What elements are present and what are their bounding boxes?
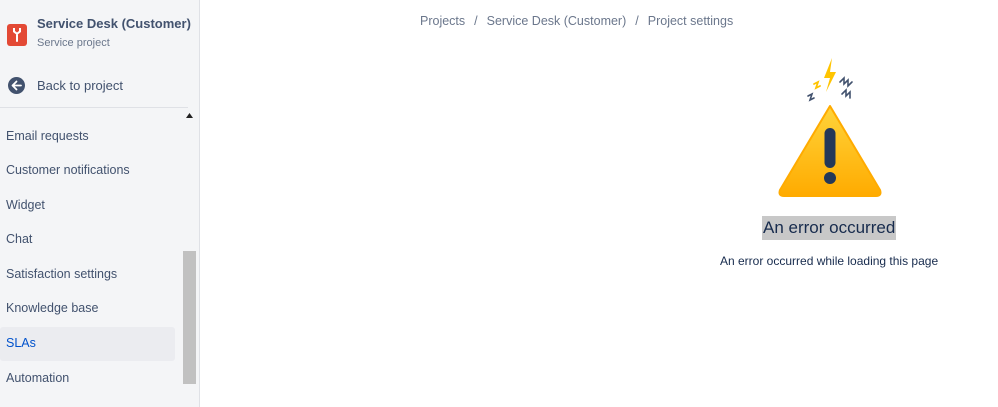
sidebar-item-knowledge-base[interactable]: Knowledge base — [0, 292, 175, 326]
breadcrumb-project-settings[interactable]: Project settings — [648, 14, 733, 28]
breadcrumb-projects[interactable]: Projects — [420, 14, 465, 28]
breadcrumb: Projects / Service Desk (Customer) / Project… — [420, 14, 733, 28]
sidebar-item-label: Automation — [6, 371, 70, 385]
project-type: Service project — [37, 37, 110, 49]
sidebar-item-label: Chat — [6, 232, 33, 246]
arrow-left-circle-icon — [8, 77, 25, 94]
sidebar: Service Desk (Customer) Service project … — [0, 0, 200, 407]
settings-nav: Email requests Customer notifications Wi… — [0, 108, 182, 407]
sidebar-item-chat[interactable]: Chat — [0, 223, 175, 257]
scrollbar-thumb[interactable] — [183, 251, 196, 384]
sidebar-item-label: Satisfaction settings — [6, 267, 118, 281]
sidebar-scrollbar[interactable] — [182, 108, 197, 407]
breadcrumb-project[interactable]: Service Desk (Customer) — [487, 14, 627, 28]
sidebar-item-label: SLAs — [6, 336, 36, 350]
back-to-project-link[interactable]: Back to project — [0, 70, 199, 102]
sidebar-item-slas[interactable]: SLAs — [0, 327, 175, 361]
sidebar-item-automation[interactable]: Automation — [0, 362, 175, 396]
scroll-up-arrow-icon[interactable] — [182, 108, 197, 124]
warning-triangle-icon — [772, 56, 888, 202]
sidebar-item-email-requests[interactable]: Email requests — [0, 120, 175, 154]
sidebar-item-label: Widget — [6, 198, 45, 212]
breadcrumb-separator: / — [635, 14, 639, 28]
error-title: An error occurred — [762, 216, 897, 240]
error-message: An error occurred while loading this pag… — [720, 254, 939, 268]
sidebar-item-label: Knowledge base — [6, 301, 99, 315]
breadcrumb-separator: / — [474, 14, 478, 28]
sidebar-item-label: Customer notifications — [6, 163, 130, 177]
sidebar-item-widget[interactable]: Widget — [0, 189, 175, 223]
back-to-project-label: Back to project — [37, 78, 123, 93]
project-header[interactable]: Service Desk (Customer) Service project — [0, 0, 199, 62]
wrench-icon — [7, 24, 27, 46]
sidebar-item-customer-notifications[interactable]: Customer notifications — [0, 154, 175, 188]
sidebar-item-label: Email requests — [6, 129, 89, 143]
project-name: Service Desk (Customer) — [37, 16, 191, 31]
sidebar-item-satisfaction-settings[interactable]: Satisfaction settings — [0, 258, 175, 292]
